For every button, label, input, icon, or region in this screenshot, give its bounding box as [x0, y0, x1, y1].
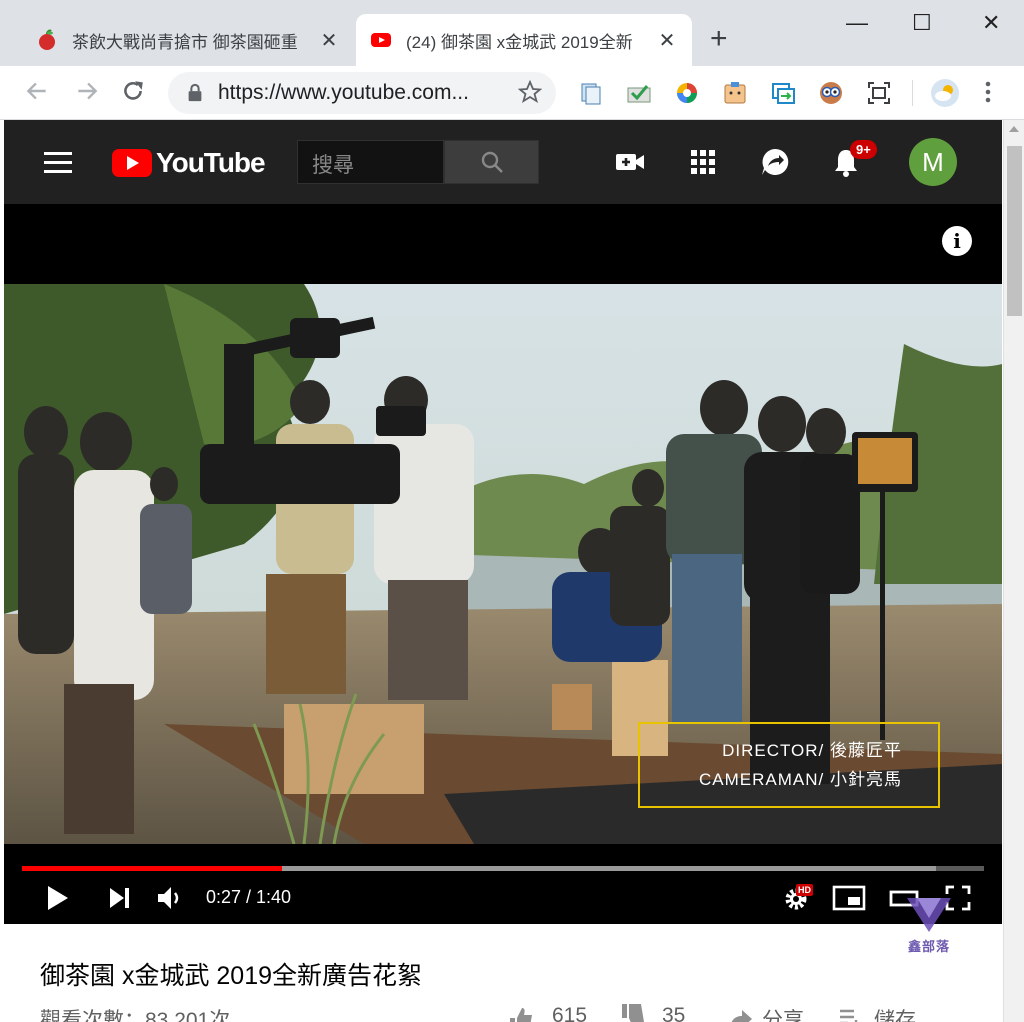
url-text: https://www.youtube.com... [218, 81, 469, 104]
color-extension-icon[interactable] [674, 80, 700, 106]
watermark-logo-icon [907, 898, 951, 932]
credit-line-cameraman: CAMERAMAN/ 小針亮馬 [699, 770, 902, 789]
search-input[interactable]: 搜尋 [297, 140, 444, 184]
search-icon [481, 151, 503, 173]
notification-count-badge: 9+ [850, 140, 877, 159]
youtube-page: YouTube 搜尋 9+ M i DIRECTOR/ 後藤匠平 CAMERAM… [4, 120, 1002, 1022]
dislike-thumb-icon[interactable] [620, 1004, 646, 1022]
owl-extension-icon[interactable] [818, 80, 844, 106]
share-extension-icon[interactable] [770, 80, 796, 106]
time-display: 0:27 / 1:40 [206, 887, 292, 907]
tab-close-icon[interactable]: ✕ [318, 28, 340, 53]
video-frame[interactable]: DIRECTOR/ 後藤匠平 CAMERAMAN/ 小針亮馬 [4, 284, 1002, 844]
apps-grid-icon[interactable] [687, 146, 719, 178]
address-bar[interactable]: https://www.youtube.com... [168, 72, 556, 114]
toolbar-divider [912, 80, 913, 106]
reload-icon[interactable] [120, 78, 146, 104]
youtube-favicon-icon [371, 33, 391, 47]
minimize-window-button[interactable]: — [846, 10, 868, 36]
like-thumb-icon[interactable] [508, 1006, 534, 1022]
site-watermark: 鑫部落 [899, 892, 959, 962]
search-button[interactable] [444, 140, 539, 184]
tab-title: 茶飲大戰尚青搶市 御茶園砸重 [72, 32, 298, 52]
play-icon[interactable] [44, 884, 72, 912]
browser-menu-icon[interactable] [984, 80, 992, 104]
video-player[interactable]: i DIRECTOR/ 後藤匠平 CAMERAMAN/ 小針亮馬 0:27 / … [4, 204, 1002, 924]
video-info-icon[interactable]: i [942, 226, 972, 256]
close-window-button[interactable]: ✕ [982, 10, 1000, 36]
miniplayer-icon[interactable] [832, 884, 866, 912]
account-avatar[interactable]: M [909, 138, 957, 186]
scroll-up-arrow-icon[interactable] [1009, 126, 1019, 132]
browser-tabstrip: 茶飲大戰尚青搶市 御茶園砸重 ✕ (24) 御茶園 x金城武 2019全新 ✕ … [0, 0, 1024, 66]
youtube-logo[interactable]: YouTube [112, 147, 266, 179]
page-scrollbar[interactable] [1003, 120, 1024, 1022]
notes-extension-icon[interactable] [578, 80, 604, 106]
video-title: 御茶園 x金城武 2019全新廣告花絮 [40, 962, 423, 990]
like-count: 615 [552, 1004, 588, 1022]
player-controls: 0:27 / 1:40 HD [4, 844, 1002, 924]
maximize-window-button[interactable]: ☐ [912, 10, 932, 36]
face-extension-icon[interactable] [722, 80, 748, 106]
mail-check-extension-icon[interactable] [626, 80, 652, 106]
apple-favicon-icon [39, 29, 55, 50]
screenshot-extension-icon[interactable] [866, 80, 892, 106]
share-arrow-icon[interactable] [728, 1006, 754, 1022]
save-playlist-icon[interactable] [838, 1008, 864, 1022]
tab-title: (24) 御茶園 x金城武 2019全新 [406, 32, 633, 52]
video-meta-row: 觀看次數：83,201次 615 35 分享 儲存 [40, 1004, 980, 1022]
share-label[interactable]: 分享 [762, 1004, 804, 1022]
forward-arrow-icon[interactable] [74, 78, 100, 104]
youtube-logo-text: YouTube [156, 147, 266, 178]
guide-menu-icon[interactable] [44, 152, 72, 179]
youtube-masthead: YouTube 搜尋 9+ M [4, 120, 1002, 204]
browser-tab-2-active[interactable]: (24) 御茶園 x金城武 2019全新 ✕ [356, 14, 692, 66]
progress-bar[interactable] [22, 866, 984, 871]
next-video-icon[interactable] [106, 884, 134, 912]
scroll-thumb[interactable] [1007, 146, 1022, 316]
messages-icon[interactable] [759, 146, 791, 178]
browser-toolbar: https://www.youtube.com... [0, 66, 1024, 120]
youtube-play-logo-icon [112, 149, 152, 177]
tab-close-icon[interactable]: ✕ [656, 28, 678, 53]
dislike-count: 35 [662, 1004, 686, 1022]
credit-line-director: DIRECTOR/ 後藤匠平 [722, 741, 902, 760]
hd-badge: HD [796, 884, 813, 896]
lock-icon [188, 83, 202, 102]
save-label[interactable]: 儲存 [874, 1004, 916, 1022]
view-count: 觀看次數：83,201次 [40, 1009, 231, 1022]
browser-tab-1[interactable]: 茶飲大戰尚青搶市 御茶園砸重 ✕ [22, 14, 354, 66]
progress-played [22, 866, 282, 871]
bookmark-star-icon[interactable] [518, 80, 542, 104]
weather-extension-icon[interactable] [930, 78, 960, 108]
video-credits-overlay: DIRECTOR/ 後藤匠平 CAMERAMAN/ 小針亮馬 [638, 722, 940, 808]
watermark-text: 鑫部落 [907, 939, 950, 954]
new-tab-button[interactable]: + [710, 24, 728, 54]
create-video-icon[interactable] [614, 146, 646, 178]
volume-icon[interactable] [156, 884, 184, 912]
back-arrow-icon[interactable] [24, 78, 50, 104]
